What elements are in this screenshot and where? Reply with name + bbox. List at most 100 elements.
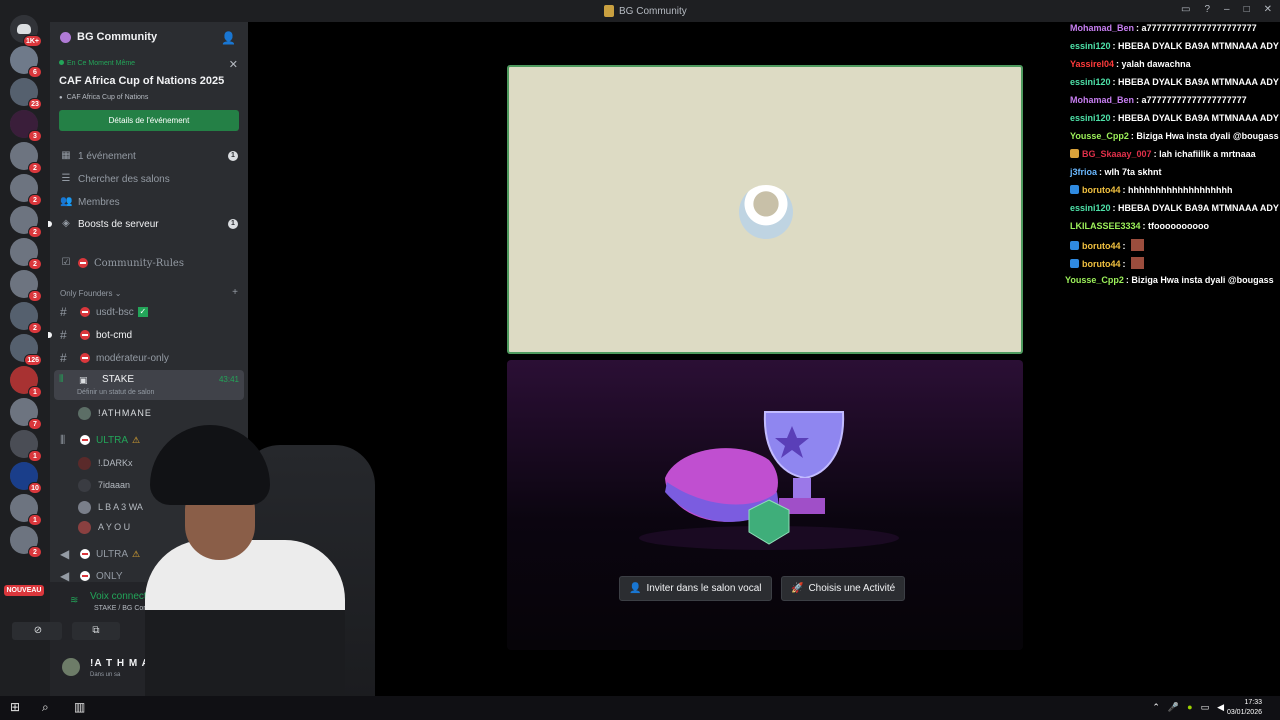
- system-tray: ⌃ 🎤 ● ▭ ◀: [1152, 702, 1224, 713]
- server-icon[interactable]: 1K+: [10, 15, 42, 47]
- task-view-icon[interactable]: ▥: [74, 700, 85, 714]
- chat-username[interactable]: Yousse_Cpp2: [1065, 275, 1124, 285]
- server-icon[interactable]: 1: [10, 494, 42, 526]
- server-icon[interactable]: 10: [10, 462, 42, 494]
- channel-bot-cmd[interactable]: # bot-cmd: [48, 325, 248, 345]
- microphone-icon[interactable]: 🎤: [1168, 702, 1179, 713]
- invite-voice-button[interactable]: 👤 Inviter dans le salon vocal: [619, 576, 772, 601]
- chat-username[interactable]: essini120: [1070, 77, 1111, 87]
- chat-message: j3frioa: wlh 7ta skhnt: [1070, 167, 1162, 185]
- nav-members[interactable]: 👥 Membres: [50, 192, 248, 212]
- server-icon[interactable]: 3: [10, 270, 42, 302]
- chat-username[interactable]: essini120: [1070, 113, 1111, 123]
- chat-username[interactable]: LKILASSEE3334: [1070, 221, 1141, 231]
- chat-message: Yousse_Cpp2: Biziga Hwa insta dyali @bou…: [1065, 275, 1274, 293]
- channel-community-rules[interactable]: ☑ Community-Rules: [50, 253, 248, 273]
- volume-icon[interactable]: ◀: [1217, 702, 1224, 713]
- server-icon[interactable]: 2: [10, 142, 42, 174]
- window-controls: ▭ ? – □ ✕: [1181, 4, 1272, 15]
- network-icon[interactable]: ▭: [1201, 702, 1210, 713]
- nav-events[interactable]: ▦ 1 événement 1: [50, 146, 248, 166]
- voice-participant-tile[interactable]: [507, 65, 1023, 354]
- server-icon[interactable]: 6: [10, 46, 42, 78]
- server-header[interactable]: BG Community 👤: [50, 22, 248, 54]
- channel-usdt-bsc[interactable]: # usdt-bsc ✓: [50, 302, 248, 322]
- chat-username[interactable]: Mohamad_Ben: [1070, 95, 1134, 105]
- server-icon[interactable]: 2: [10, 206, 42, 238]
- nav-browse-channels[interactable]: ☰ Chercher des salons: [50, 169, 248, 189]
- no-entry-icon: [80, 549, 90, 559]
- chat-message: boruto44: hhhhhhhhhhhhhhhhhhh: [1070, 185, 1232, 203]
- chat-text: hhhhhhhhhhhhhhhhhhh: [1128, 185, 1233, 195]
- chat-message: Yousse_Cpp2: Biziga Hwa insta dyali @bou…: [1070, 131, 1279, 149]
- add-channel-icon[interactable]: +: [232, 287, 238, 298]
- no-entry-icon: [80, 571, 90, 581]
- chat-text: HBEBA DYALK BA9A MTMNAAA ADY: [1118, 41, 1279, 51]
- server-icon[interactable]: 2: [10, 302, 42, 334]
- chat-username[interactable]: essini120: [1070, 41, 1111, 51]
- chat-username[interactable]: j3frioa: [1070, 167, 1097, 177]
- emote-icon: [1131, 239, 1145, 251]
- hash-icon: #: [60, 351, 67, 365]
- voice-active-icon: ⦀: [59, 374, 64, 385]
- chat-username[interactable]: Yousse_Cpp2: [1070, 131, 1129, 141]
- system-clock[interactable]: 17:33 03/01/2026: [1227, 698, 1262, 718]
- no-entry-icon: [80, 330, 90, 340]
- choose-activity-button[interactable]: 🚀 Choisis une Activité: [781, 576, 906, 601]
- search-icon[interactable]: ⌕: [42, 700, 49, 715]
- camera-off-button[interactable]: ⊘: [14, 622, 62, 640]
- server-icon[interactable]: 1: [10, 430, 42, 462]
- chat-message: LKILASSEE3334: tfoooooooooo: [1070, 221, 1209, 239]
- windows-start-icon[interactable]: ⊞: [10, 700, 20, 714]
- trophy-stem: [793, 478, 811, 498]
- channel-moderateur-only[interactable]: # modérateur-only: [50, 348, 248, 368]
- voice-member[interactable]: !ATHMANE: [78, 405, 152, 421]
- close-button[interactable]: ✕: [1264, 4, 1272, 15]
- live-indicator: En Ce Moment Même: [59, 60, 135, 67]
- close-icon[interactable]: ✕: [229, 58, 238, 71]
- chat-username[interactable]: Yassirel04: [1070, 59, 1114, 69]
- event-details-button[interactable]: Détails de l'événement: [59, 110, 239, 131]
- check-icon: ✓: [137, 307, 148, 317]
- chat-message: essini120: HBEBA DYALK BA9A MTMNAAA ADY: [1070, 41, 1279, 59]
- voice-timer: 43:41: [218, 375, 239, 384]
- chevron-up-icon[interactable]: ⌃: [1152, 702, 1160, 713]
- server-icon[interactable]: 3: [10, 110, 42, 142]
- chat-username[interactable]: Mohamad_Ben: [1070, 23, 1134, 33]
- stream-chat-overlay: Mohamad_Ben: a7777777777777777777777 essi…: [1060, 22, 1280, 302]
- chat-username[interactable]: boruto44: [1082, 241, 1121, 251]
- server-icon[interactable]: 2: [10, 526, 42, 558]
- server-icon[interactable]: 2: [10, 238, 42, 270]
- app-tray-icon[interactable]: ●: [1187, 702, 1192, 713]
- invite-people-icon[interactable]: 👤: [221, 31, 236, 45]
- server-name: BG Community: [77, 31, 158, 43]
- chat-username[interactable]: essini120: [1070, 203, 1111, 213]
- chat-text: HBEBA DYALK BA9A MTMNAAA ADY: [1118, 113, 1279, 123]
- mention-badge: 2: [28, 226, 42, 238]
- hash-icon: #: [60, 305, 67, 319]
- chat-username[interactable]: BG_Skaaay_007: [1082, 149, 1152, 159]
- server-icon[interactable]: 2: [10, 174, 42, 206]
- category-only-founders[interactable]: Only Founders ⌄: [60, 289, 121, 298]
- maximize-button[interactable]: □: [1244, 4, 1250, 15]
- channel-status[interactable]: Définir un statut de salon: [77, 389, 154, 396]
- nav-server-boosts[interactable]: ◈ Boosts de serveur 1: [48, 214, 248, 234]
- server-icon[interactable]: 1: [10, 366, 42, 398]
- chat-message: essini120: HBEBA DYALK BA9A MTMNAAA ADY: [1070, 77, 1279, 95]
- server-icon[interactable]: 23: [10, 78, 42, 110]
- chat-text: lah ichafiilik a mrtnaaa: [1159, 149, 1256, 159]
- no-entry-icon: [78, 258, 88, 268]
- minimize-button[interactable]: –: [1224, 4, 1230, 15]
- server-icon[interactable]: 126: [10, 334, 42, 366]
- chat-username[interactable]: boruto44: [1082, 185, 1121, 195]
- chat-text: HBEBA DYALK BA9A MTMNAAA ADY: [1118, 203, 1279, 213]
- user-badge-icon: [1070, 185, 1079, 194]
- server-icon[interactable]: 7: [10, 398, 42, 430]
- inbox-icon[interactable]: ▭: [1181, 4, 1190, 15]
- chat-username[interactable]: boruto44: [1082, 259, 1121, 269]
- help-icon[interactable]: ?: [1204, 4, 1210, 15]
- user-avatar[interactable]: [62, 658, 80, 676]
- user-badge-icon: [1070, 259, 1079, 268]
- voice-channel-stake[interactable]: ⦀ ▣ STAKE 43:41 Définir un statut de sal…: [54, 370, 244, 400]
- chat-message: boruto44:: [1070, 257, 1145, 275]
